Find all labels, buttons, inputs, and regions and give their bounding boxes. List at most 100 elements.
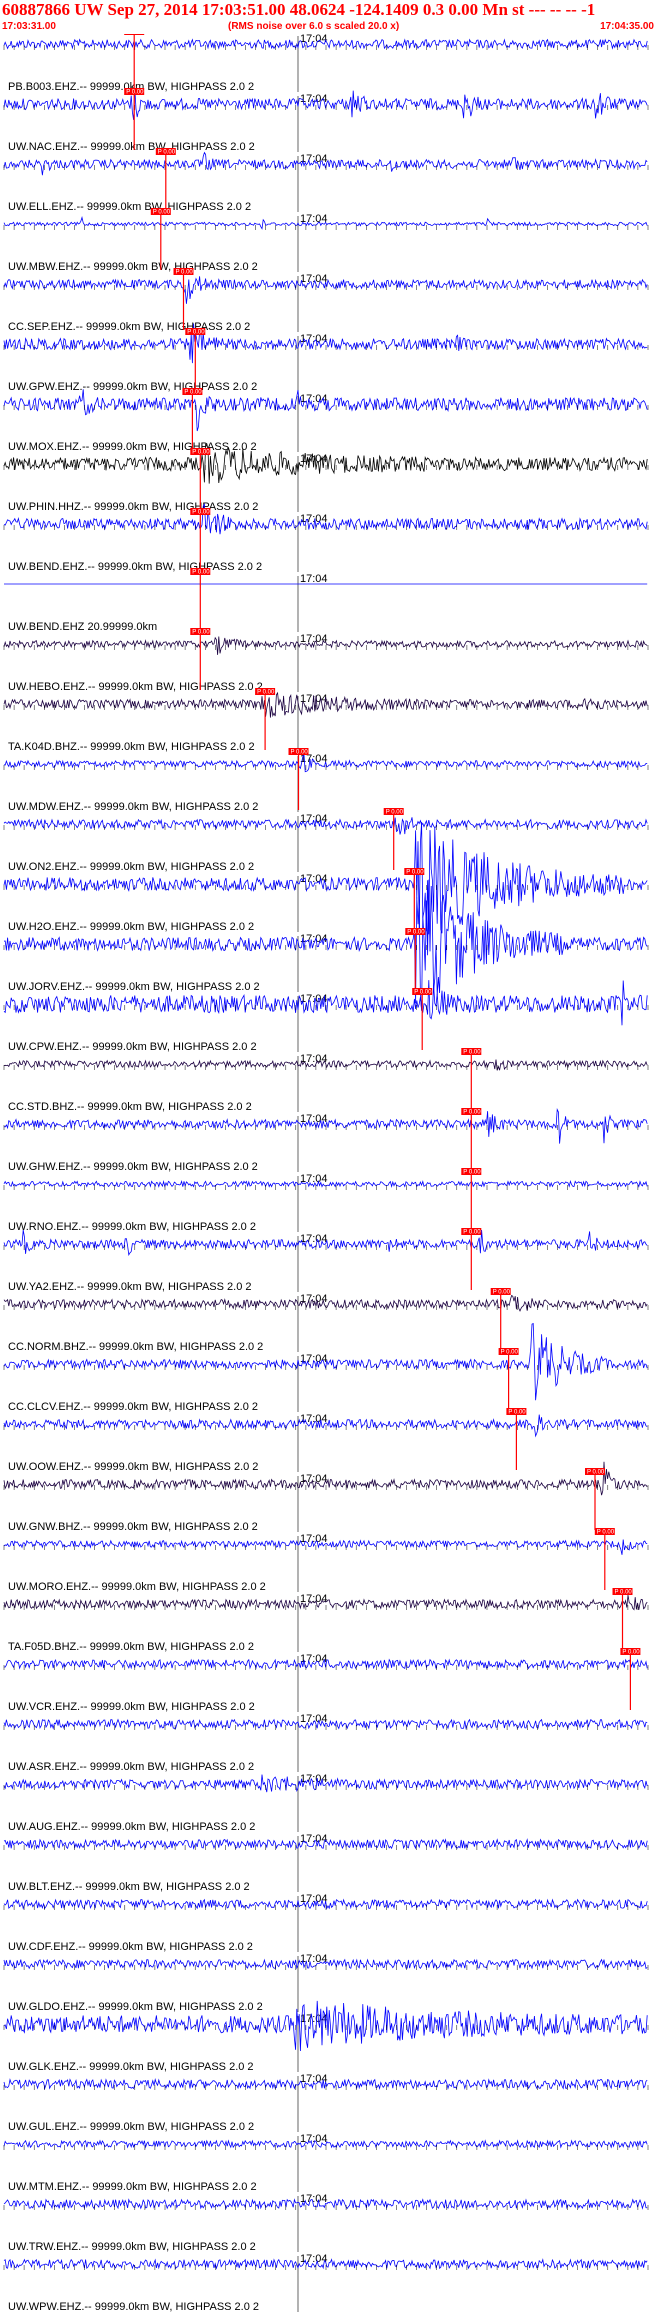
pick-text: P 0.00 xyxy=(176,270,194,276)
station-label: UW.AUG.EHZ.-- 99999.0km BW, HIGHPASS 2.0… xyxy=(8,1821,255,1833)
trace-row: 17:04TA.K04D.BHZ.-- 99999.0km BW, HIGHPA… xyxy=(3,688,649,753)
event-title: 60887866 UW Sep 27, 2014 17:03:51.00 48.… xyxy=(2,0,596,19)
minute-label: 17:04 xyxy=(300,213,328,225)
pick-text: P 0.00 xyxy=(192,570,210,576)
trace-row: 17:04 UW.BEND.EHZ.-- 99999.0km BW, HIGHPA… xyxy=(3,503,649,573)
minute-label: 17:04 xyxy=(300,1593,328,1605)
trace-row: 17:04UW.MDW.EHZ.-- 99999.0km BW, HIGHPAS… xyxy=(3,748,649,813)
trace-row: 17:04 UW.BEND.EHZ 20.99999.0km P 0.00 xyxy=(4,568,648,633)
pick-text: P 0.00 xyxy=(192,630,210,636)
station-label: UW.MDW.EHZ.-- 99999.0km BW, HIGHPASS 2.0… xyxy=(8,801,258,813)
station-label: UW.GPW.EHZ.-- 99999.0km BW, HIGHPASS 2.0… xyxy=(8,381,257,393)
station-label: UW.BEND.EHZ.-- 99999.0km BW, HIGHPASS 2.… xyxy=(8,561,262,573)
trace-row: 17:04UW.GHW.EHZ.-- 99999.0km BW, HIGHPAS… xyxy=(3,1107,649,1173)
station-label: UW.OOW.EHZ.-- 99999.0km BW, HIGHPASS 2.0… xyxy=(8,1461,258,1473)
trace-row: 17:04UW.NAC.EHZ.-- 99999.0km BW, HIGHPAS… xyxy=(3,88,649,153)
pick-text: P 0.00 xyxy=(407,930,425,936)
pick-text: P 0.00 xyxy=(622,1650,640,1656)
pick-text: P 0.00 xyxy=(508,1410,526,1416)
pick-text: P 0.00 xyxy=(587,1470,605,1476)
pick-text: P 0.00 xyxy=(192,510,210,516)
station-label: UW.GLDO.EHZ.-- 99999.0km BW, HIGHPASS 2.… xyxy=(8,2001,263,2013)
trace-row: 17:04CC.SEP.EHZ.-- 99999.0km BW, HIGHPAS… xyxy=(3,268,649,333)
station-label: TA.F05D.BHZ.-- 99999.0km BW, HIGHPASS 2.… xyxy=(8,1641,254,1653)
station-label: UW.GUL.EHZ.-- 99999.0km BW, HIGHPASS 2.0… xyxy=(8,2121,254,2133)
trace-row: 17:04UW.CDF.EHZ.-- 99999.0km BW, HIGHPAS… xyxy=(3,1893,649,1953)
station-label: UW.TRW.EHZ.-- 99999.0km BW, HIGHPASS 2.0… xyxy=(8,2241,256,2253)
trace-row: 17:04PB.B003.EHZ.-- 99999.0km BW, HIGHPA… xyxy=(3,34,649,93)
pick-text: P 0.00 xyxy=(126,34,144,36)
pick-text: P 0.00 xyxy=(257,690,275,696)
minute-label: 17:04 xyxy=(300,573,328,585)
end-time-label: 17:04:35.00 xyxy=(600,21,654,32)
trace-row: 17:04UW.OOW.EHZ.-- 99999.0km BW, HIGHPAS… xyxy=(3,1408,649,1473)
minute-label: 17:04 xyxy=(300,1473,328,1485)
pick-text: P 0.00 xyxy=(463,1170,481,1176)
pick-text: P 0.00 xyxy=(615,1590,633,1596)
station-label: UW.MBW.EHZ.-- 99999.0km BW, HIGHPASS 2.0… xyxy=(8,261,258,273)
station-label: UW.WPW.EHZ.-- 99999.0km BW, HIGHPASS 2.0… xyxy=(8,2301,259,2313)
trace-row: 17:04 UW.WPW.EHZ.-- 99999.0km BW, HIGHPAS… xyxy=(3,2253,649,2313)
minute-label: 17:04 xyxy=(300,633,328,645)
station-label: UW.CPW.EHZ.-- 99999.0km BW, HIGHPASS 2.0… xyxy=(8,1041,257,1053)
trace-row: 17:04UW.ON2.EHZ.-- 99999.0km BW, HIGHPAS… xyxy=(3,808,649,873)
minute-label: 17:04 xyxy=(300,2253,328,2265)
station-label: UW.GHW.EHZ.-- 99999.0km BW, HIGHPASS 2.0… xyxy=(8,1161,258,1173)
trace-row: 17:04UW.YA2.EHZ.-- 99999.0km BW, HIGHPAS… xyxy=(3,1228,649,1293)
station-label: UW.VCR.EHZ.-- 99999.0km BW, HIGHPASS 2.0… xyxy=(8,1701,255,1713)
station-label: UW.GLK.EHZ.-- 99999.0km BW, HIGHPASS 2.0… xyxy=(8,2061,254,2073)
trace-row: 17:04 UW.MORO.EHZ.-- 99999.0km BW, HIGHPA… xyxy=(3,1528,649,1593)
trace-row: 17:04UW.GPW.EHZ.-- 99999.0km BW, HIGHPAS… xyxy=(3,323,649,393)
trace-row: 17:04UW.PHIN.HHZ.-- 99999.0km BW, HIGHPA… xyxy=(3,443,649,513)
trace-row: 17:04UW.ELL.EHZ.-- 99999.0km BW, HIGHPAS… xyxy=(3,148,649,213)
pick-text: P 0.00 xyxy=(187,330,205,336)
station-label: UW.NAC.EHZ.-- 99999.0km BW, HIGHPASS 2.0… xyxy=(8,141,255,153)
seismogram-panel: 17:04PB.B003.EHZ.-- 99999.0km BW, HIGHPA… xyxy=(3,34,649,2313)
station-label: UW.GNW.BHZ.-- 99999.0km BW, HIGHPASS 2.0… xyxy=(8,1521,258,1533)
pick-text: P 0.00 xyxy=(597,1530,615,1536)
station-label: UW.BLT.EHZ.-- 99999.0km BW, HIGHPASS 2.0… xyxy=(8,1881,250,1893)
trace-row: 17:04 UW.HEBO.EHZ.-- 99999.0km BW, HIGHPA… xyxy=(3,628,649,693)
start-time-label: 17:03:31.00 xyxy=(2,21,56,32)
trace-row: 17:04UW.VCR.EHZ.-- 99999.0km BW, HIGHPAS… xyxy=(3,1648,649,1713)
rms-scale-note: (RMS noise over 6.0 s scaled 20.0 x) xyxy=(228,21,400,32)
minute-label: 17:04 xyxy=(300,513,328,525)
station-label: UW.PHIN.HHZ.-- 99999.0km BW, HIGHPASS 2.… xyxy=(8,501,258,513)
pick-text: P 0.00 xyxy=(184,390,202,396)
trace-row: 17:04UW.GLDO.EHZ.-- 99999.0km BW, HIGHPA… xyxy=(3,1953,649,2013)
pick-text: P 0.00 xyxy=(386,810,404,816)
trace-row: 17:04UW.H2O.EHZ.-- 99999.0km BW, HIGHPAS… xyxy=(3,821,649,935)
trace-row: 17:04UW.MTM.EHZ.-- 99999.0km BW, HIGHPAS… xyxy=(3,2133,649,2193)
station-label: UW.BEND.EHZ 20.99999.0km xyxy=(8,621,157,633)
pick-text: P 0.00 xyxy=(493,1290,511,1296)
station-label: UW.YA2.EHZ.-- 99999.0km BW, HIGHPASS 2.0… xyxy=(8,1281,252,1293)
station-label: CC.NORM.BHZ.-- 99999.0km BW, HIGHPASS 2.… xyxy=(8,1341,263,1353)
station-label: CC.CLCV.EHZ.-- 99999.0km BW, HIGHPASS 2.… xyxy=(8,1401,258,1413)
trace-row: 17:04UW.BLT.EHZ.-- 99999.0km BW, HIGHPAS… xyxy=(3,1833,649,1893)
minute-label: 17:04 xyxy=(300,2193,328,2205)
pick-text: P 0.00 xyxy=(463,1050,481,1056)
trace-row: 17:04UW.RNO.EHZ.-- 99999.0km BW, HIGHPAS… xyxy=(3,1168,649,1233)
station-label: UW.ELL.EHZ.-- 99999.0km BW, HIGHPASS 2.0… xyxy=(8,201,251,213)
trace-row: 17:04 UW.MBW.EHZ.-- 99999.0km BW, HIGHPAS… xyxy=(3,208,649,273)
minute-label: 17:04 xyxy=(300,1533,328,1545)
trace-row: 17:04UW.MOX.EHZ.-- 99999.0km BW, HIGHPAS… xyxy=(3,388,649,453)
pick-text: P 0.00 xyxy=(463,1110,481,1116)
trace-row: 17:04UW.AUG.EHZ.-- 99999.0km BW, HIGHPAS… xyxy=(3,1773,649,1833)
station-label: UW.JORV.EHZ.-- 99999.0km BW, HIGHPASS 2.… xyxy=(8,981,260,993)
pick-text: P 0.00 xyxy=(414,990,432,996)
pick-text: P 0.00 xyxy=(406,870,424,876)
pick-text: P 0.00 xyxy=(463,1230,481,1236)
station-label: UW.RNO.EHZ.-- 99999.0km BW, HIGHPASS 2.0… xyxy=(8,1221,256,1233)
station-label: UW.MOX.EHZ.-- 99999.0km BW, HIGHPASS 2.0… xyxy=(8,441,257,453)
pick-text: P 0.00 xyxy=(192,450,210,456)
trace-row: 17:04UW.GUL.EHZ.-- 99999.0km BW, HIGHPAS… xyxy=(3,2073,649,2133)
station-label: TA.K04D.BHZ.-- 99999.0km BW, HIGHPASS 2.… xyxy=(8,741,255,753)
pick-text: P 0.00 xyxy=(291,750,309,756)
pick-text: P 0.00 xyxy=(501,1350,519,1356)
station-label: UW.MTM.EHZ.-- 99999.0km BW, HIGHPASS 2.0… xyxy=(8,2181,257,2193)
trace-row: 17:04CC.STD.BHZ.-- 99999.0km BW, HIGHPAS… xyxy=(3,1048,649,1113)
trace-row: 17:04 TA.F05D.BHZ.-- 99999.0km BW, HIGHPA… xyxy=(3,1588,649,1653)
minute-label: 17:04 xyxy=(300,1293,328,1305)
trace-row: 17:04UW.ASR.EHZ.-- 99999.0km BW, HIGHPAS… xyxy=(3,1713,649,1773)
